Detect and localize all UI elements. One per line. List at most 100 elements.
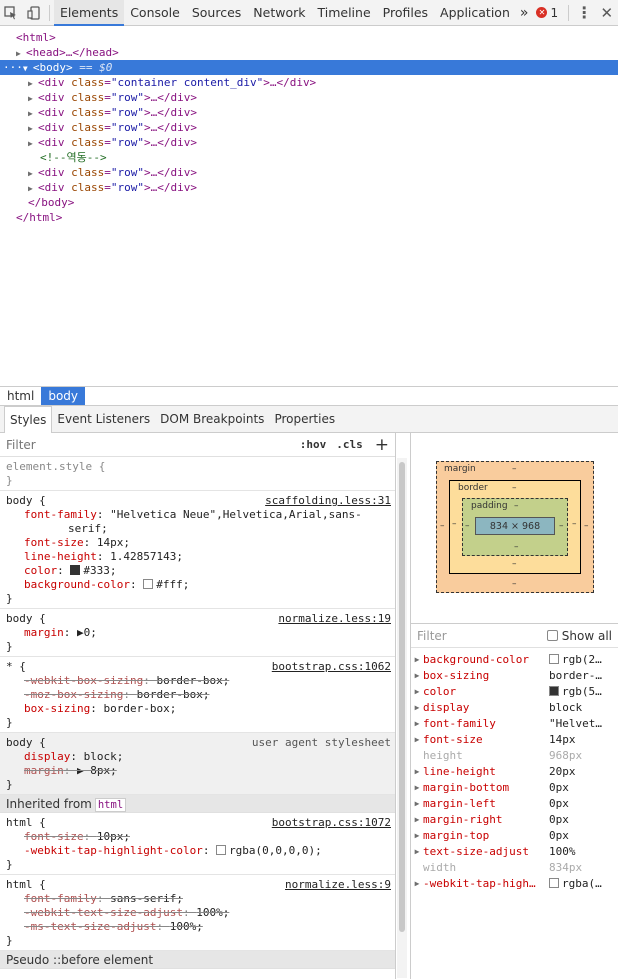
- border-box[interactable]: border – – – – padding – – – – 834 × 968: [449, 480, 581, 574]
- dom-node-body-selected[interactable]: ···▼ <body> == $0: [0, 60, 618, 75]
- tab-console[interactable]: Console: [124, 0, 186, 26]
- show-all-checkbox[interactable]: [546, 630, 558, 641]
- expand-triangle-icon[interactable]: ▶: [28, 166, 38, 181]
- computed-property-row[interactable]: ▶ margin-top 0px: [411, 828, 618, 844]
- tab-profiles[interactable]: Profiles: [377, 0, 434, 26]
- tab-timeline[interactable]: Timeline: [311, 0, 376, 26]
- css-property[interactable]: font-family: "Helvetica Neue",Helvetica,…: [6, 508, 389, 522]
- dom-comment[interactable]: <!--역동-->: [0, 150, 618, 165]
- computed-property-row[interactable]: ▶ -webkit-tap-high… rgba(…: [411, 876, 618, 892]
- padding-box[interactable]: padding – – – – 834 × 968: [462, 498, 568, 556]
- breadcrumb-body[interactable]: body: [41, 387, 86, 405]
- css-property[interactable]: -webkit-box-sizing: border-box;: [6, 674, 389, 688]
- dom-node-html[interactable]: <html>: [0, 30, 618, 45]
- rule-source-link[interactable]: scaffolding.less:31: [265, 494, 391, 508]
- css-property[interactable]: -webkit-text-size-adjust: 100%;: [6, 906, 389, 920]
- expand-triangle-icon[interactable]: ▶: [28, 181, 38, 196]
- expand-triangle-icon[interactable]: ▶: [411, 764, 423, 780]
- color-swatch[interactable]: [549, 686, 559, 696]
- css-property[interactable]: background-color: #fff;: [6, 578, 389, 592]
- styles-scrollbar-thumb[interactable]: [399, 462, 405, 932]
- computed-property-row[interactable]: ▶ font-family "Helvet…: [411, 716, 618, 732]
- css-property[interactable]: color: #333;: [6, 564, 389, 578]
- show-all-toggle[interactable]: Show all: [546, 629, 612, 643]
- tab-event-listeners[interactable]: Event Listeners: [52, 406, 155, 432]
- tab-sources[interactable]: Sources: [186, 0, 247, 26]
- add-rule-icon[interactable]: +: [375, 435, 389, 455]
- expand-triangle-icon[interactable]: ▶: [411, 828, 423, 844]
- css-rule[interactable]: body {scaffolding.less:31 font-family: "H…: [0, 491, 395, 609]
- expand-triangle-icon[interactable]: ▶: [411, 796, 423, 812]
- dom-node-head[interactable]: ▶ <head>…</head>: [0, 45, 618, 60]
- css-property[interactable]: display: block;: [6, 750, 389, 764]
- hover-state-button[interactable]: :hov: [300, 438, 327, 451]
- computed-property-row[interactable]: ▶ color rgb(5…: [411, 684, 618, 700]
- close-icon[interactable]: ✕: [595, 0, 618, 26]
- css-property[interactable]: margin: ▶0;: [6, 626, 389, 640]
- css-property[interactable]: box-sizing: border-box;: [6, 702, 389, 716]
- expand-triangle-icon[interactable]: ▶: [28, 76, 38, 91]
- element-style-rule[interactable]: element.style { }: [0, 457, 395, 491]
- tab-styles[interactable]: Styles: [4, 406, 53, 433]
- css-property[interactable]: margin: ▶ 8px;: [6, 764, 389, 778]
- computed-property-row[interactable]: height 968px: [411, 748, 618, 764]
- dom-node-div[interactable]: ▶ <div class="row">…</div>: [0, 120, 618, 135]
- color-swatch[interactable]: [70, 565, 81, 575]
- expand-triangle-icon[interactable]: ▶: [411, 684, 423, 700]
- color-swatch[interactable]: [143, 579, 154, 589]
- inspect-element-icon[interactable]: [0, 0, 23, 26]
- computed-property-row[interactable]: ▶ font-size 14px: [411, 732, 618, 748]
- content-box[interactable]: 834 × 968: [475, 517, 555, 535]
- color-swatch[interactable]: [549, 878, 559, 888]
- computed-property-row[interactable]: width 834px: [411, 860, 618, 876]
- computed-property-row[interactable]: ▶ margin-left 0px: [411, 796, 618, 812]
- computed-filter-input[interactable]: Filter: [417, 629, 447, 643]
- css-rule[interactable]: * {bootstrap.css:1062 -webkit-box-sizing:…: [0, 657, 395, 733]
- css-rule[interactable]: html {normalize.less:9 font-family: sans-…: [0, 875, 395, 951]
- more-tabs-button[interactable]: »: [516, 0, 533, 26]
- error-counter[interactable]: ✕ 1: [536, 6, 558, 20]
- tab-elements[interactable]: Elements: [53, 0, 125, 26]
- dom-node-div[interactable]: ▶ <div class="row">…</div>: [0, 105, 618, 120]
- computed-property-row[interactable]: ▶ display block: [411, 700, 618, 716]
- tab-properties[interactable]: Properties: [269, 406, 340, 432]
- css-property[interactable]: line-height: 1.42857143;: [6, 550, 389, 564]
- css-property[interactable]: font-size: 10px;: [6, 830, 389, 844]
- tab-dom-breakpoints[interactable]: DOM Breakpoints: [155, 406, 269, 432]
- styles-filter-input[interactable]: [6, 437, 290, 452]
- rule-source-link[interactable]: normalize.less:19: [278, 612, 391, 626]
- expand-triangle-icon[interactable]: ▶: [411, 652, 423, 668]
- dom-node-div[interactable]: ▶ <div class="container content_div">…</d…: [0, 75, 618, 90]
- computed-property-row[interactable]: ▶ box-sizing border-…: [411, 668, 618, 684]
- expand-triangle-icon[interactable]: ▶: [411, 780, 423, 796]
- expand-triangle-icon[interactable]: ▶: [411, 700, 423, 716]
- expand-triangle-icon[interactable]: ▶: [16, 46, 26, 61]
- collapse-triangle-icon[interactable]: ▼: [23, 61, 33, 76]
- expand-triangle-icon[interactable]: ▶: [411, 876, 423, 892]
- tab-application[interactable]: Application: [434, 0, 516, 26]
- expand-triangle-icon[interactable]: ▶: [411, 668, 423, 684]
- expand-triangle-icon[interactable]: ▶: [411, 716, 423, 732]
- breadcrumb-html[interactable]: html: [0, 387, 41, 405]
- computed-property-row[interactable]: ▶ background-color rgb(2…: [411, 652, 618, 668]
- dom-node-div[interactable]: ▶ <div class="row">…</div>: [0, 90, 618, 105]
- dom-node-div[interactable]: ▶ <div class="row">…</div>: [0, 135, 618, 150]
- css-property[interactable]: font-size: 14px;: [6, 536, 389, 550]
- computed-property-row[interactable]: ▶ text-size-adjust 100%: [411, 844, 618, 860]
- ellipsis-icon[interactable]: ···: [3, 61, 23, 74]
- expand-triangle-icon[interactable]: ▶: [411, 844, 423, 860]
- expand-triangle-icon[interactable]: ▶: [28, 121, 38, 136]
- expand-triangle-icon[interactable]: ▶: [411, 732, 423, 748]
- color-swatch[interactable]: [549, 654, 559, 664]
- css-property[interactable]: -ms-text-size-adjust: 100%;: [6, 920, 389, 934]
- rule-source-link[interactable]: normalize.less:9: [285, 878, 391, 892]
- expand-triangle-icon[interactable]: ▶: [411, 812, 423, 828]
- dom-node-div[interactable]: ▶ <div class="row">…</div>: [0, 165, 618, 180]
- css-rule[interactable]: html {bootstrap.css:1072 font-size: 10px;…: [0, 813, 395, 875]
- computed-property-row[interactable]: ▶ margin-right 0px: [411, 812, 618, 828]
- css-property[interactable]: -moz-box-sizing: border-box;: [6, 688, 389, 702]
- dom-node-div[interactable]: ▶ <div class="row">…</div>: [0, 180, 618, 195]
- expand-triangle-icon[interactable]: ▶: [28, 91, 38, 106]
- css-rule[interactable]: body {normalize.less:19 margin: ▶0;}: [0, 609, 395, 657]
- computed-property-row[interactable]: ▶ line-height 20px: [411, 764, 618, 780]
